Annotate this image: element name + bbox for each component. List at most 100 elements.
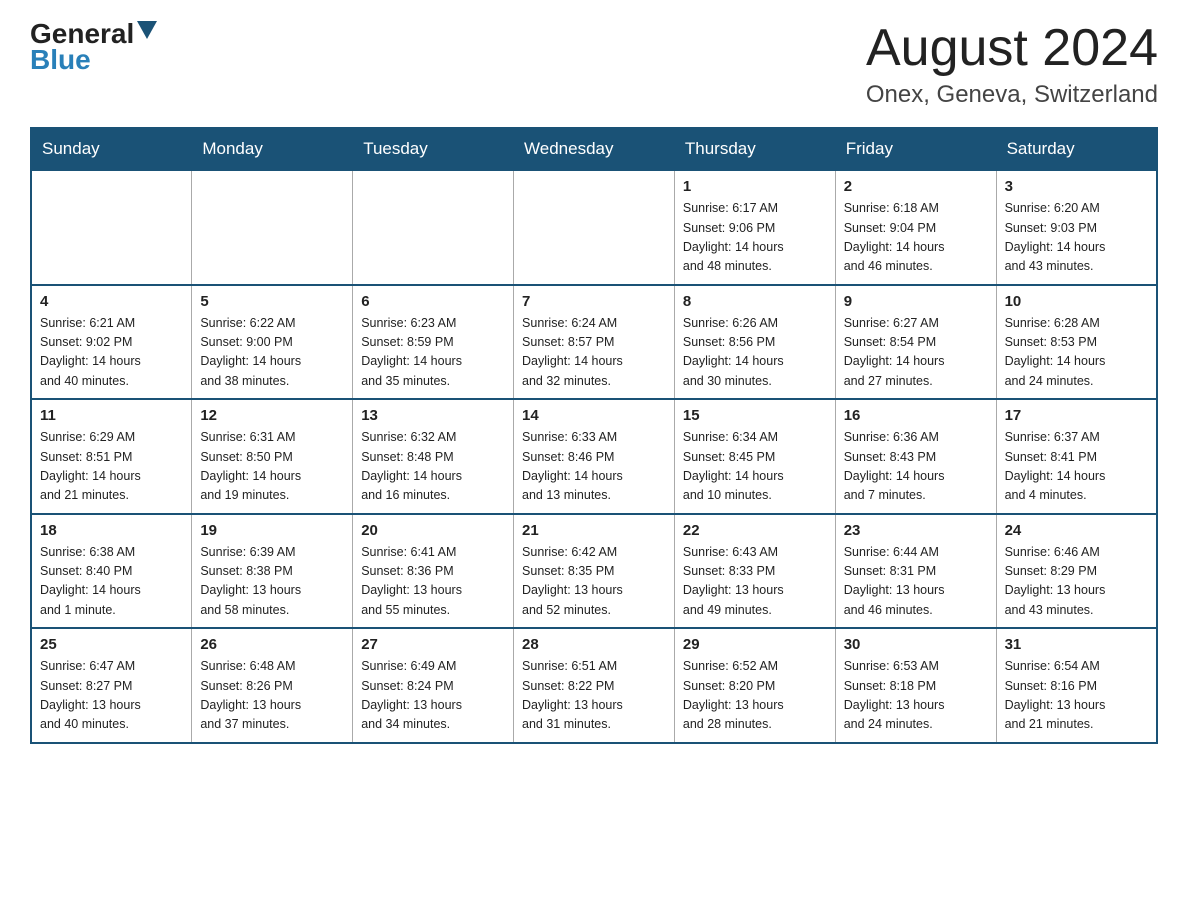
calendar-week-4: 18 Sunrise: 6:38 AMSunset: 8:40 PMDayligh… xyxy=(31,514,1157,629)
day-info: Sunrise: 6:39 AMSunset: 8:38 PMDaylight:… xyxy=(200,543,344,621)
day-info: Sunrise: 6:48 AMSunset: 8:26 PMDaylight:… xyxy=(200,657,344,735)
calendar-cell: 24Sunrise: 6:46 AMSunset: 8:29 PMDayligh… xyxy=(996,514,1157,629)
day-number: 18 xyxy=(40,522,183,539)
day-number: 22 xyxy=(683,522,827,539)
day-info: Sunrise: 6:38 AMSunset: 8:40 PMDaylight:… xyxy=(40,543,183,621)
day-number: 2 xyxy=(844,178,988,195)
calendar-cell: 16 Sunrise: 6:36 AMSunset: 8:43 PMDayligh… xyxy=(835,399,996,514)
day-number: 13 xyxy=(361,407,505,424)
day-number: 24 xyxy=(1005,522,1148,539)
calendar-week-1: 1 Sunrise: 6:17 AMSunset: 9:06 PMDaylight… xyxy=(31,170,1157,285)
day-info: Sunrise: 6:44 AMSunset: 8:31 PMDaylight:… xyxy=(844,543,988,621)
day-info: Sunrise: 6:41 AMSunset: 8:36 PMDaylight:… xyxy=(361,543,505,621)
day-info: Sunrise: 6:21 AMSunset: 9:02 PMDaylight:… xyxy=(40,314,183,392)
day-info: Sunrise: 6:29 AMSunset: 8:51 PMDaylight:… xyxy=(40,428,183,506)
calendar-title-block: August 2024 Onex, Geneva, Switzerland xyxy=(866,20,1158,109)
day-info: Sunrise: 6:49 AMSunset: 8:24 PMDaylight:… xyxy=(361,657,505,735)
calendar-cell: 21Sunrise: 6:42 AMSunset: 8:35 PMDayligh… xyxy=(514,514,675,629)
day-number: 7 xyxy=(522,293,666,310)
day-number: 20 xyxy=(361,522,505,539)
calendar-cell: 28 Sunrise: 6:51 AMSunset: 8:22 PMDayligh… xyxy=(514,628,675,743)
calendar-cell: 18 Sunrise: 6:38 AMSunset: 8:40 PMDayligh… xyxy=(31,514,192,629)
weekday-header-saturday: Saturday xyxy=(996,128,1157,170)
calendar-title: August 2024 xyxy=(866,20,1158,77)
calendar-cell xyxy=(353,170,514,285)
logo-blue-text: Blue xyxy=(30,46,91,74)
weekday-header-tuesday: Tuesday xyxy=(353,128,514,170)
calendar-cell: 26 Sunrise: 6:48 AMSunset: 8:26 PMDayligh… xyxy=(192,628,353,743)
weekday-header-sunday: Sunday xyxy=(31,128,192,170)
weekday-header-thursday: Thursday xyxy=(674,128,835,170)
day-number: 10 xyxy=(1005,293,1148,310)
calendar-cell: 4 Sunrise: 6:21 AMSunset: 9:02 PMDaylight… xyxy=(31,285,192,400)
calendar-subtitle: Onex, Geneva, Switzerland xyxy=(866,81,1158,109)
day-number: 1 xyxy=(683,178,827,195)
calendar-cell: 22 Sunrise: 6:43 AMSunset: 8:33 PMDayligh… xyxy=(674,514,835,629)
calendar-header-row: SundayMondayTuesdayWednesdayThursdayFrid… xyxy=(31,128,1157,170)
calendar-cell: 3 Sunrise: 6:20 AMSunset: 9:03 PMDaylight… xyxy=(996,170,1157,285)
day-info: Sunrise: 6:43 AMSunset: 8:33 PMDaylight:… xyxy=(683,543,827,621)
weekday-header-friday: Friday xyxy=(835,128,996,170)
day-info: Sunrise: 6:26 AMSunset: 8:56 PMDaylight:… xyxy=(683,314,827,392)
day-info: Sunrise: 6:52 AMSunset: 8:20 PMDaylight:… xyxy=(683,657,827,735)
calendar-cell: 9 Sunrise: 6:27 AMSunset: 8:54 PMDaylight… xyxy=(835,285,996,400)
day-number: 3 xyxy=(1005,178,1148,195)
day-info: Sunrise: 6:34 AMSunset: 8:45 PMDaylight:… xyxy=(683,428,827,506)
page-header: General Blue August 2024 Onex, Geneva, S… xyxy=(30,20,1158,109)
calendar-week-5: 25 Sunrise: 6:47 AMSunset: 8:27 PMDayligh… xyxy=(31,628,1157,743)
calendar-cell: 15 Sunrise: 6:34 AMSunset: 8:45 PMDayligh… xyxy=(674,399,835,514)
day-number: 23 xyxy=(844,522,988,539)
day-number: 29 xyxy=(683,636,827,653)
day-info: Sunrise: 6:47 AMSunset: 8:27 PMDaylight:… xyxy=(40,657,183,735)
calendar-cell xyxy=(514,170,675,285)
calendar-cell: 14Sunrise: 6:33 AMSunset: 8:46 PMDayligh… xyxy=(514,399,675,514)
day-info: Sunrise: 6:24 AMSunset: 8:57 PMDaylight:… xyxy=(522,314,666,392)
calendar-cell: 6Sunrise: 6:23 AMSunset: 8:59 PMDaylight… xyxy=(353,285,514,400)
calendar-week-3: 11 Sunrise: 6:29 AMSunset: 8:51 PMDayligh… xyxy=(31,399,1157,514)
day-info: Sunrise: 6:31 AMSunset: 8:50 PMDaylight:… xyxy=(200,428,344,506)
calendar-cell xyxy=(31,170,192,285)
day-number: 16 xyxy=(844,407,988,424)
logo-triangle-icon xyxy=(137,21,157,41)
calendar-cell: 2 Sunrise: 6:18 AMSunset: 9:04 PMDaylight… xyxy=(835,170,996,285)
day-info: Sunrise: 6:27 AMSunset: 8:54 PMDaylight:… xyxy=(844,314,988,392)
calendar-cell: 31Sunrise: 6:54 AMSunset: 8:16 PMDayligh… xyxy=(996,628,1157,743)
calendar-cell: 1 Sunrise: 6:17 AMSunset: 9:06 PMDaylight… xyxy=(674,170,835,285)
day-number: 11 xyxy=(40,407,183,424)
calendar-cell: 8Sunrise: 6:26 AMSunset: 8:56 PMDaylight… xyxy=(674,285,835,400)
day-info: Sunrise: 6:32 AMSunset: 8:48 PMDaylight:… xyxy=(361,428,505,506)
day-number: 15 xyxy=(683,407,827,424)
calendar-cell xyxy=(192,170,353,285)
calendar-week-2: 4 Sunrise: 6:21 AMSunset: 9:02 PMDaylight… xyxy=(31,285,1157,400)
day-number: 28 xyxy=(522,636,666,653)
day-number: 21 xyxy=(522,522,666,539)
day-info: Sunrise: 6:20 AMSunset: 9:03 PMDaylight:… xyxy=(1005,199,1148,277)
day-info: Sunrise: 6:54 AMSunset: 8:16 PMDaylight:… xyxy=(1005,657,1148,735)
day-number: 5 xyxy=(200,293,344,310)
day-number: 19 xyxy=(200,522,344,539)
calendar-cell: 10Sunrise: 6:28 AMSunset: 8:53 PMDayligh… xyxy=(996,285,1157,400)
day-number: 25 xyxy=(40,636,183,653)
day-number: 9 xyxy=(844,293,988,310)
day-info: Sunrise: 6:51 AMSunset: 8:22 PMDaylight:… xyxy=(522,657,666,735)
logo: General Blue xyxy=(30,20,157,74)
day-number: 26 xyxy=(200,636,344,653)
day-number: 4 xyxy=(40,293,183,310)
day-number: 17 xyxy=(1005,407,1148,424)
day-number: 14 xyxy=(522,407,666,424)
calendar-cell: 23 Sunrise: 6:44 AMSunset: 8:31 PMDayligh… xyxy=(835,514,996,629)
day-info: Sunrise: 6:18 AMSunset: 9:04 PMDaylight:… xyxy=(844,199,988,277)
calendar-cell: 29 Sunrise: 6:52 AMSunset: 8:20 PMDayligh… xyxy=(674,628,835,743)
day-info: Sunrise: 6:22 AMSunset: 9:00 PMDaylight:… xyxy=(200,314,344,392)
calendar-cell: 27Sunrise: 6:49 AMSunset: 8:24 PMDayligh… xyxy=(353,628,514,743)
calendar-cell: 30Sunrise: 6:53 AMSunset: 8:18 PMDayligh… xyxy=(835,628,996,743)
day-info: Sunrise: 6:17 AMSunset: 9:06 PMDaylight:… xyxy=(683,199,827,277)
day-info: Sunrise: 6:37 AMSunset: 8:41 PMDaylight:… xyxy=(1005,428,1148,506)
day-number: 30 xyxy=(844,636,988,653)
day-number: 12 xyxy=(200,407,344,424)
day-info: Sunrise: 6:36 AMSunset: 8:43 PMDaylight:… xyxy=(844,428,988,506)
day-info: Sunrise: 6:23 AMSunset: 8:59 PMDaylight:… xyxy=(361,314,505,392)
calendar-cell: 12 Sunrise: 6:31 AMSunset: 8:50 PMDayligh… xyxy=(192,399,353,514)
calendar-cell: 20 Sunrise: 6:41 AMSunset: 8:36 PMDayligh… xyxy=(353,514,514,629)
weekday-header-monday: Monday xyxy=(192,128,353,170)
